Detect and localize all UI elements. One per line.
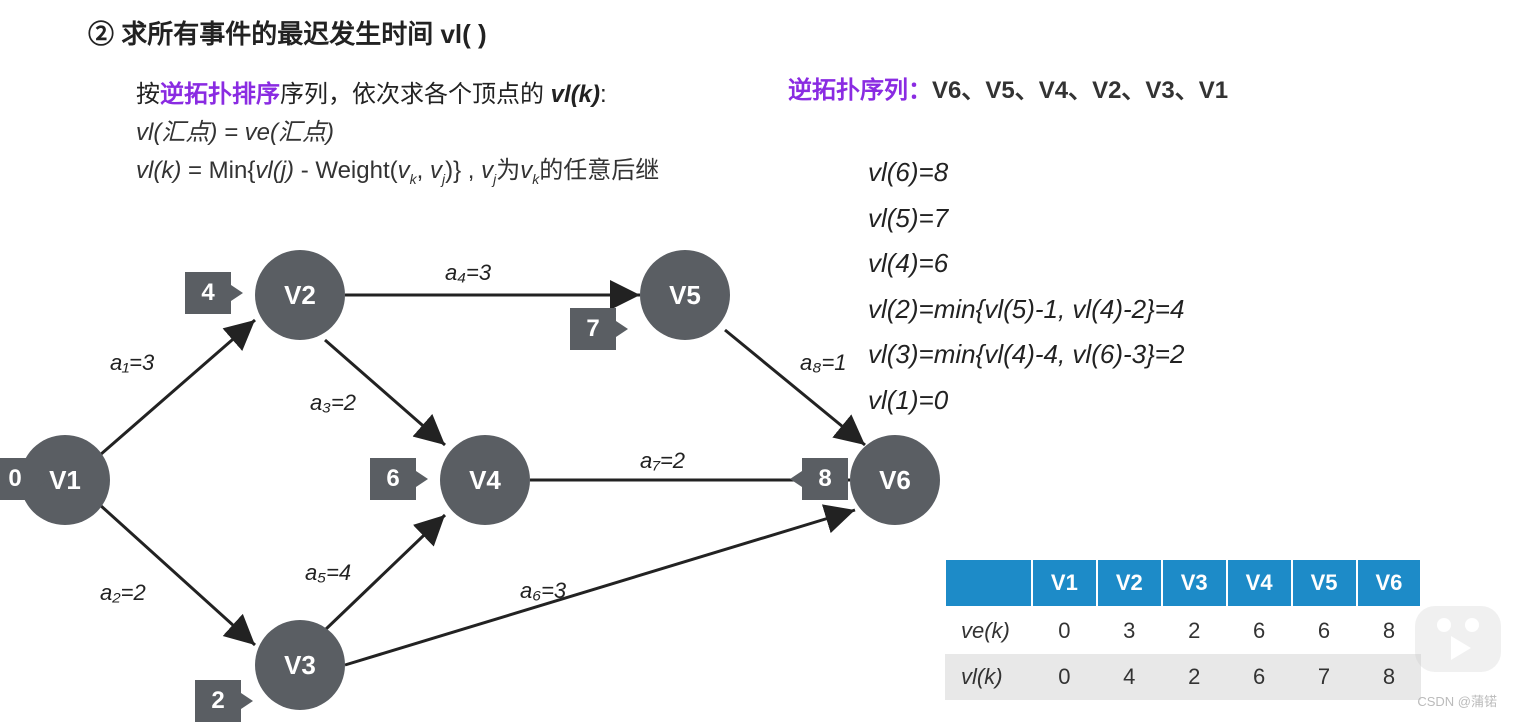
reverse-sequence-label: 逆拓扑序列： bbox=[788, 77, 932, 104]
table-row: vl(k) 0 4 2 6 7 8 bbox=[945, 654, 1421, 700]
tag-v3: 2 bbox=[195, 680, 241, 722]
text: 的任意后继 bbox=[539, 157, 659, 184]
page-title: ② 求所有事件的最迟发生时间 vl( ) bbox=[88, 14, 487, 51]
label-a7: a₇=2 bbox=[640, 448, 685, 474]
text: vl(j) bbox=[255, 157, 294, 184]
cell: 6 bbox=[1227, 607, 1292, 654]
text: , bbox=[417, 157, 430, 184]
cell: 2 bbox=[1162, 654, 1227, 700]
cell: 4 bbox=[1097, 654, 1162, 700]
text: : bbox=[600, 81, 607, 108]
label-a3: a₃=2 bbox=[310, 390, 356, 416]
text: v bbox=[520, 157, 532, 184]
cell: 7 bbox=[1292, 654, 1357, 700]
text: 按 bbox=[136, 81, 160, 108]
eq-vl6: vl(6)=8 bbox=[868, 152, 1184, 194]
table-header: V5 bbox=[1292, 559, 1357, 607]
tag-v4: 6 bbox=[370, 458, 416, 500]
node-v6: V6 bbox=[850, 435, 940, 525]
row-label-vl: vl(k) bbox=[945, 654, 1032, 700]
table-header: V2 bbox=[1097, 559, 1162, 607]
table-header bbox=[945, 559, 1032, 607]
reverse-sequence-value: V6、V5、V4、V2、V3、V1 bbox=[932, 77, 1228, 104]
cell: 8 bbox=[1357, 654, 1422, 700]
cell: 2 bbox=[1162, 607, 1227, 654]
edge-a2 bbox=[100, 505, 255, 645]
text: k bbox=[410, 171, 417, 187]
instruction-line-1: 按逆拓扑排序序列，依次求各个顶点的 vl(k): bbox=[136, 74, 607, 109]
node-v2: V2 bbox=[255, 250, 345, 340]
cell: 8 bbox=[1357, 607, 1422, 654]
text: 序列，依次求各个顶点的 bbox=[280, 81, 551, 108]
tag-v1: 0 bbox=[0, 458, 38, 500]
text: v bbox=[398, 157, 410, 184]
text: v bbox=[481, 157, 493, 184]
cell: 0 bbox=[1032, 654, 1097, 700]
label-a4: a₄=3 bbox=[445, 260, 491, 286]
node-v5: V5 bbox=[640, 250, 730, 340]
label-a5: a₅=4 bbox=[305, 560, 351, 586]
label-a6: a₆=3 bbox=[520, 578, 566, 604]
table-row: ve(k) 0 3 2 6 6 8 bbox=[945, 607, 1421, 654]
tag-v5: 7 bbox=[570, 308, 616, 350]
tag-v6: 8 bbox=[802, 458, 848, 500]
table-header-row: V1 V2 V3 V4 V5 V6 bbox=[945, 559, 1421, 607]
text: 为 bbox=[496, 157, 520, 184]
formula-vlk: vl(k) = Min{vl(j) - Weight(vk, vj)} , vj… bbox=[136, 150, 659, 187]
text: )} , bbox=[445, 157, 481, 184]
cell: 6 bbox=[1227, 654, 1292, 700]
label-a8: a₈=1 bbox=[800, 350, 847, 376]
table-header: V1 bbox=[1032, 559, 1097, 607]
cell: 3 bbox=[1097, 607, 1162, 654]
cell: 6 bbox=[1292, 607, 1357, 654]
table-header: V6 bbox=[1357, 559, 1422, 607]
aoe-graph: V1 V2 V3 V4 V5 V6 0 4 2 6 7 8 a₁=3 a₂=2 … bbox=[0, 200, 940, 720]
keyword-reverse-topo: 逆拓扑排序 bbox=[160, 81, 280, 108]
edge-a1 bbox=[100, 320, 255, 455]
edge-a8 bbox=[725, 330, 865, 445]
text: vl(k) bbox=[136, 157, 181, 184]
video-play-icon[interactable] bbox=[1415, 606, 1501, 672]
edge-a6 bbox=[345, 510, 855, 665]
formula-sink: vl(汇点) = ve(汇点) bbox=[136, 112, 334, 147]
table-header: V4 bbox=[1227, 559, 1292, 607]
vlk-symbol: vl(k) bbox=[551, 81, 600, 108]
watermark: CSDN @蒲锘 bbox=[1417, 691, 1497, 710]
cell: 0 bbox=[1032, 607, 1097, 654]
row-label-ve: ve(k) bbox=[945, 607, 1032, 654]
text: v bbox=[430, 157, 442, 184]
ve-vl-table: V1 V2 V3 V4 V5 V6 ve(k) 0 3 2 6 6 8 vl(k… bbox=[944, 558, 1422, 700]
label-a1: a₁=3 bbox=[110, 350, 154, 376]
reverse-sequence: 逆拓扑序列：V6、V5、V4、V2、V3、V1 bbox=[788, 70, 1228, 105]
text: = Min{ bbox=[181, 157, 255, 184]
tag-v2: 4 bbox=[185, 272, 231, 314]
table-header: V3 bbox=[1162, 559, 1227, 607]
text: - Weight( bbox=[294, 157, 398, 184]
label-a2: a₂=2 bbox=[100, 580, 146, 606]
node-v3: V3 bbox=[255, 620, 345, 710]
node-v4: V4 bbox=[440, 435, 530, 525]
